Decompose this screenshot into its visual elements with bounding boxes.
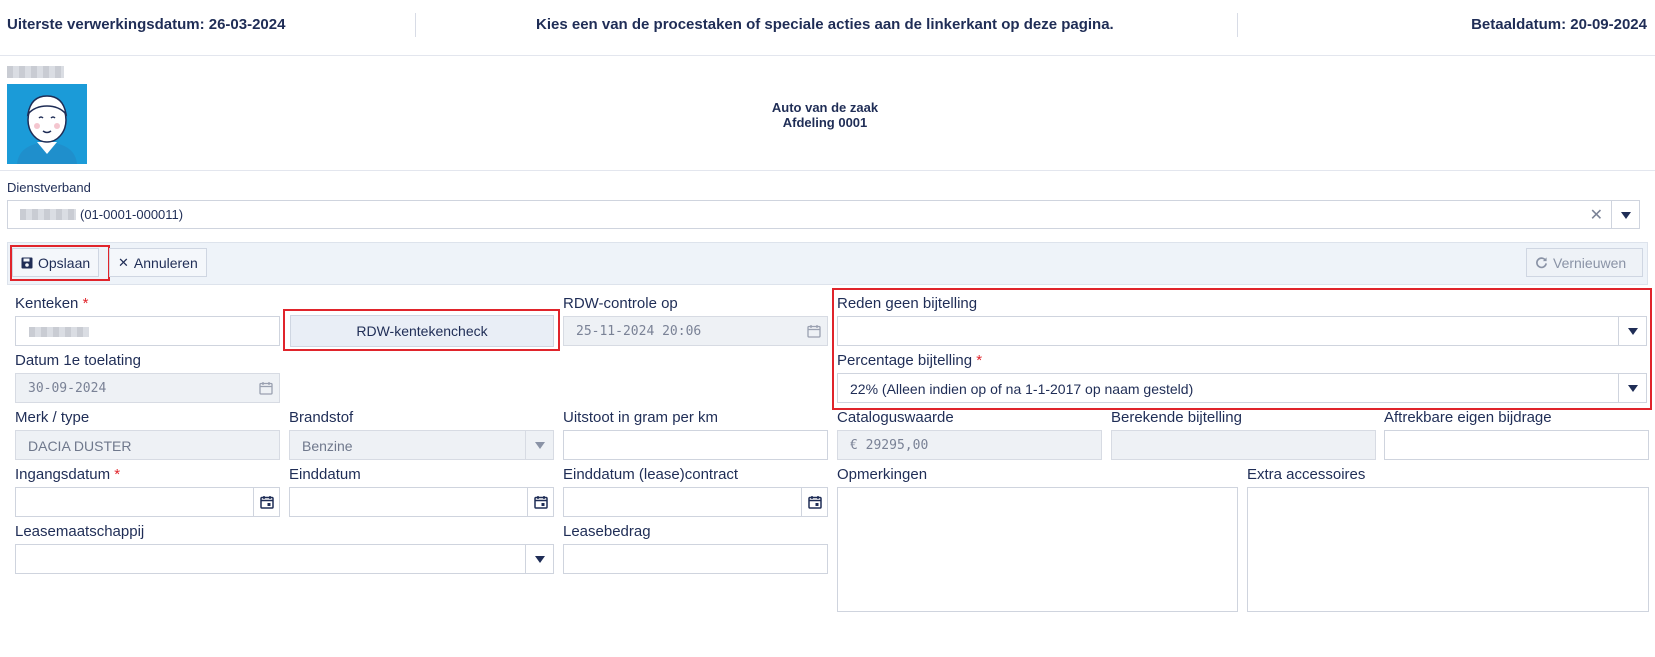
kenteken-value-redacted bbox=[29, 327, 89, 337]
calendar-icon bbox=[801, 317, 827, 345]
divider bbox=[415, 13, 416, 37]
dienstverband-value: (01-0001-000011) bbox=[80, 207, 184, 222]
top-bar: Uiterste verwerkingsdatum: 26-03-2024 Ki… bbox=[0, 0, 1655, 56]
berekende-bijtelling-field bbox=[1111, 430, 1376, 460]
einddatum-contract-label: Einddatum (lease)contract bbox=[563, 466, 739, 483]
highlight-box bbox=[10, 245, 110, 281]
chevron-down-icon bbox=[1627, 384, 1638, 392]
highlight-box bbox=[283, 309, 560, 351]
page-header: Auto van de zaak Afdeling 0001 bbox=[700, 100, 950, 130]
divider bbox=[1237, 13, 1238, 37]
merk-type-field: DACIA DUSTER bbox=[15, 430, 280, 460]
employee-name-redacted bbox=[7, 66, 64, 78]
aftrekbare-bijdrage-input[interactable] bbox=[1384, 430, 1649, 460]
calendar-icon[interactable] bbox=[801, 488, 827, 516]
opmerkingen-label: Opmerkingen bbox=[837, 466, 928, 483]
opmerkingen-textarea[interactable] bbox=[837, 487, 1238, 612]
rdw-controle-field: 25-11-2024 20:06 bbox=[563, 316, 828, 346]
brandstof-value: Benzine bbox=[302, 438, 353, 454]
brandstof-select: Benzine bbox=[289, 430, 554, 460]
datum-toelating-value: 30-09-2024 bbox=[28, 381, 107, 396]
leasemaatschappij-label: Leasemaatschappij bbox=[15, 523, 145, 540]
uitstoot-label: Uitstoot in gram per km bbox=[563, 409, 719, 426]
close-icon: ✕ bbox=[118, 254, 129, 270]
brandstof-label: Brandstof bbox=[289, 409, 354, 426]
rdw-controle-label: RDW-controle op bbox=[563, 295, 678, 312]
cataloguswaarde-value: € 29295,00 bbox=[850, 438, 929, 453]
page-title: Auto van de zaak bbox=[771, 100, 879, 115]
user-avatar-icon bbox=[17, 95, 77, 164]
percentage-bijtelling-label: Percentage bijtelling * bbox=[837, 352, 983, 369]
kenteken-input[interactable] bbox=[15, 316, 280, 346]
refresh-button[interactable]: Vernieuwen bbox=[1526, 248, 1643, 277]
chevron-down-icon bbox=[534, 441, 545, 449]
paydate-text: Betaaldatum: 20-09-2024 bbox=[1471, 16, 1647, 33]
toolbar bbox=[7, 242, 1648, 285]
percentage-bijtelling-select[interactable]: 22% (Alleen indien op of na 1-1-2017 op … bbox=[837, 373, 1647, 403]
datum-toelating-field: 30-09-2024 bbox=[15, 373, 280, 403]
leasebedrag-input[interactable] bbox=[563, 544, 828, 574]
refresh-icon bbox=[1536, 257, 1547, 269]
avatar bbox=[7, 84, 87, 164]
rdw-controle-value: 25-11-2024 20:06 bbox=[576, 324, 702, 339]
close-icon[interactable]: ✕ bbox=[1590, 205, 1603, 225]
department-label: Afdeling 0001 bbox=[782, 115, 868, 130]
refresh-button-label: Vernieuwen bbox=[1553, 254, 1627, 271]
extra-accessoires-label: Extra accessoires bbox=[1247, 466, 1366, 483]
merk-type-label: Merk / type bbox=[15, 409, 90, 426]
cancel-button[interactable]: ✕ Annuleren bbox=[109, 248, 207, 277]
dropdown-toggle bbox=[525, 431, 553, 459]
extra-accessoires-textarea[interactable] bbox=[1247, 487, 1649, 612]
kenteken-label: Kenteken * bbox=[15, 295, 89, 312]
chevron-down-icon bbox=[534, 555, 545, 563]
berekende-bijtelling-label: Berekende bijtelling bbox=[1111, 409, 1242, 426]
dienstverband-label: Dienstverband bbox=[7, 180, 91, 195]
percentage-bijtelling-value: 22% (Alleen indien op of na 1-1-2017 op … bbox=[850, 381, 1194, 397]
instruction-text: Kies een van de procestaken of speciale … bbox=[536, 16, 1114, 33]
calendar-icon[interactable] bbox=[527, 488, 553, 516]
cancel-button-label: Annuleren bbox=[133, 254, 198, 271]
calendar-icon bbox=[253, 374, 279, 402]
dienstverband-select[interactable]: (01-0001-000011) ✕ bbox=[7, 200, 1640, 229]
cataloguswaarde-field: € 29295,00 bbox=[837, 430, 1102, 460]
einddatum-contract-input[interactable] bbox=[563, 487, 828, 517]
dropdown-toggle[interactable] bbox=[525, 545, 553, 573]
deadline-text: Uiterste verwerkingsdatum: 26-03-2024 bbox=[7, 16, 286, 33]
ingangsdatum-input[interactable] bbox=[15, 487, 280, 517]
uitstoot-input[interactable] bbox=[563, 430, 828, 460]
ingangsdatum-label: Ingangsdatum * bbox=[15, 466, 121, 483]
datum-toelating-label: Datum 1e toelating bbox=[15, 352, 141, 369]
einddatum-input[interactable] bbox=[289, 487, 554, 517]
einddatum-label: Einddatum bbox=[289, 466, 361, 483]
merk-type-value: DACIA DUSTER bbox=[28, 438, 132, 454]
chevron-down-icon bbox=[1621, 212, 1631, 219]
dienstverband-dropdown-toggle[interactable] bbox=[1611, 201, 1639, 228]
calendar-icon[interactable] bbox=[253, 488, 279, 516]
employee-name-redacted bbox=[20, 209, 76, 220]
divider bbox=[0, 170, 1655, 171]
cataloguswaarde-label: Cataloguswaarde bbox=[837, 409, 954, 426]
aftrekbare-bijdrage-label: Aftrekbare eigen bijdrage bbox=[1384, 409, 1552, 426]
leasebedrag-label: Leasebedrag bbox=[563, 523, 651, 540]
leasemaatschappij-select[interactable] bbox=[15, 544, 554, 574]
dropdown-toggle[interactable] bbox=[1618, 374, 1646, 402]
